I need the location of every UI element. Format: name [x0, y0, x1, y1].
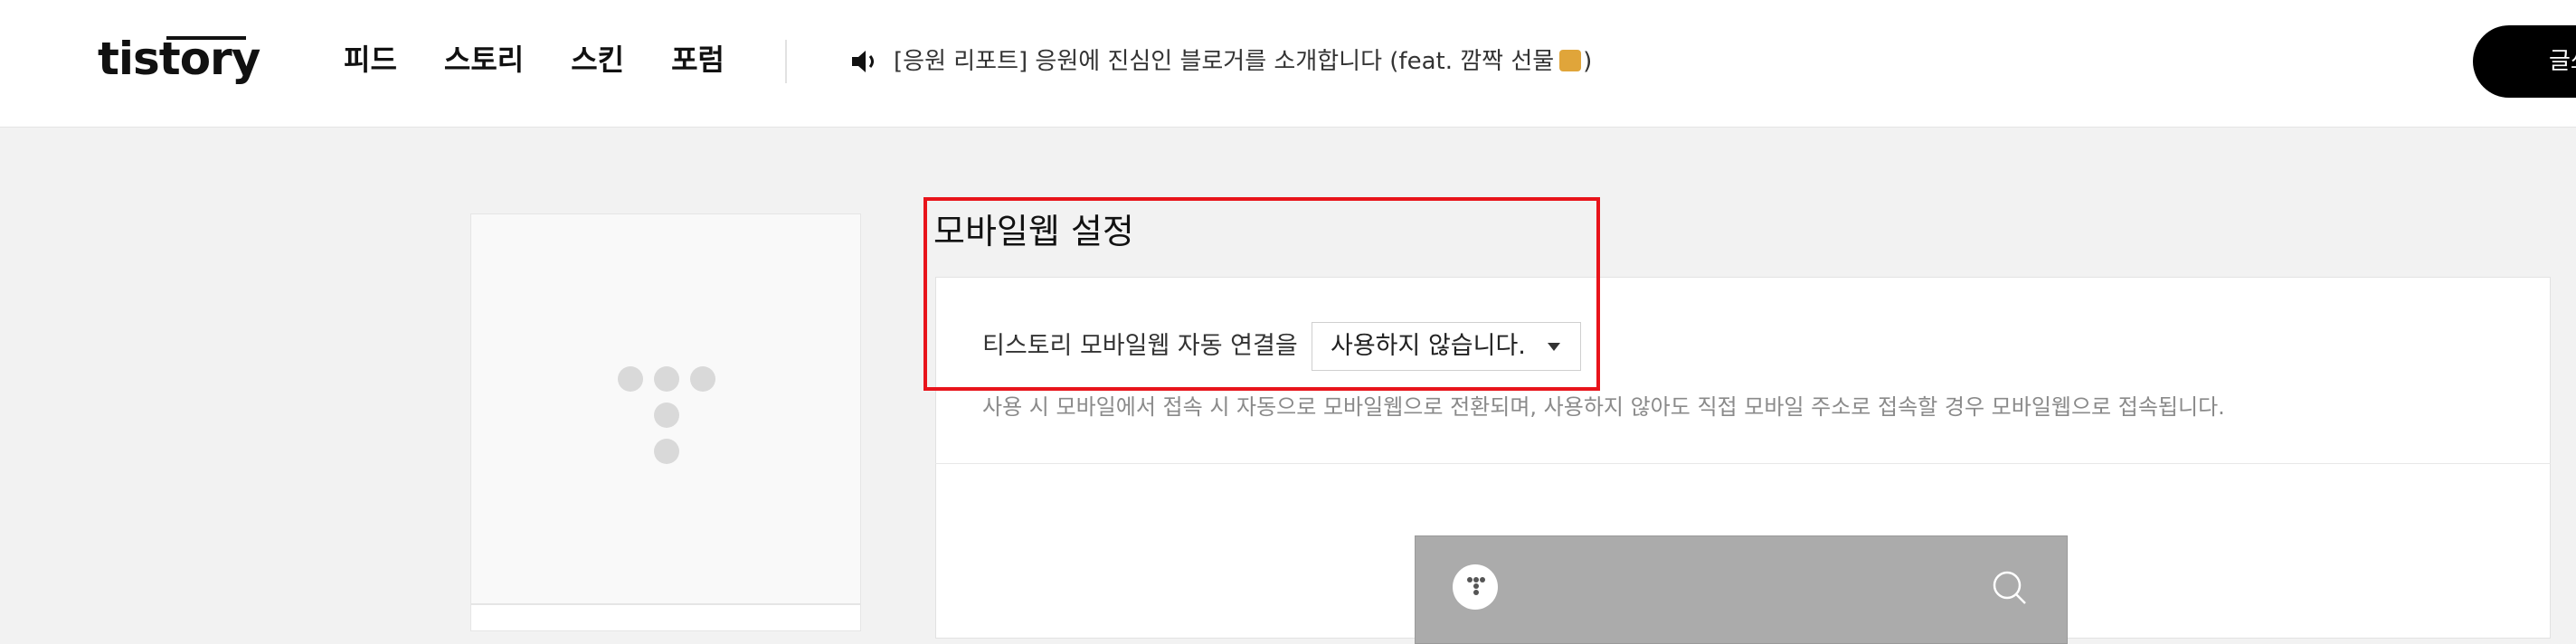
main-nav: 피드 스토리 스킨 포럼	[344, 36, 772, 83]
nav-item-skin[interactable]: 스킨	[571, 36, 624, 83]
logo-underline	[166, 36, 246, 40]
search-icon[interactable]	[1990, 568, 2030, 608]
nav-divider	[785, 40, 787, 83]
notice-banner[interactable]: [응원 리포트] 응원에 진심인 블로거를 소개합니다 (feat. 깜짝 선물…	[848, 40, 1592, 83]
notice-text: [응원 리포트] 응원에 진심인 블로거를 소개합니다 (feat. 깜짝 선물…	[894, 48, 1593, 75]
nav-item-forum[interactable]: 포럼	[671, 36, 724, 83]
mobile-preview-bar	[1415, 535, 2068, 644]
caret-down-icon	[1548, 343, 1560, 351]
help-text: 사용 시 모바일에서 접속 시 자동으로 모바일웹으로 전환되며, 사용하지 않…	[982, 394, 2225, 420]
top-header: tistory 피드 스토리 스킨 포럼 [응원 리포트] 응원에 진심인 블로…	[0, 0, 2576, 128]
auto-connect-select[interactable]: 사용하지 않습니다.	[1312, 322, 1581, 371]
speaker-icon	[852, 51, 874, 72]
profile-card-footer	[470, 604, 861, 631]
select-value: 사용하지 않습니다.	[1331, 332, 1526, 360]
blog-profile-card	[470, 213, 861, 604]
write-button[interactable]: 글쓰	[2473, 25, 2576, 98]
gift-icon	[1559, 50, 1582, 71]
nav-item-story[interactable]: 스토리	[444, 36, 524, 83]
preview-logo-icon	[1453, 564, 1498, 610]
auto-connect-label: 티스토리 모바일웹 자동 연결을	[982, 332, 1298, 360]
page-title: 모바일웹 설정	[933, 212, 1134, 251]
panel-divider	[935, 463, 2551, 464]
nav-item-feed[interactable]: 피드	[344, 36, 397, 83]
